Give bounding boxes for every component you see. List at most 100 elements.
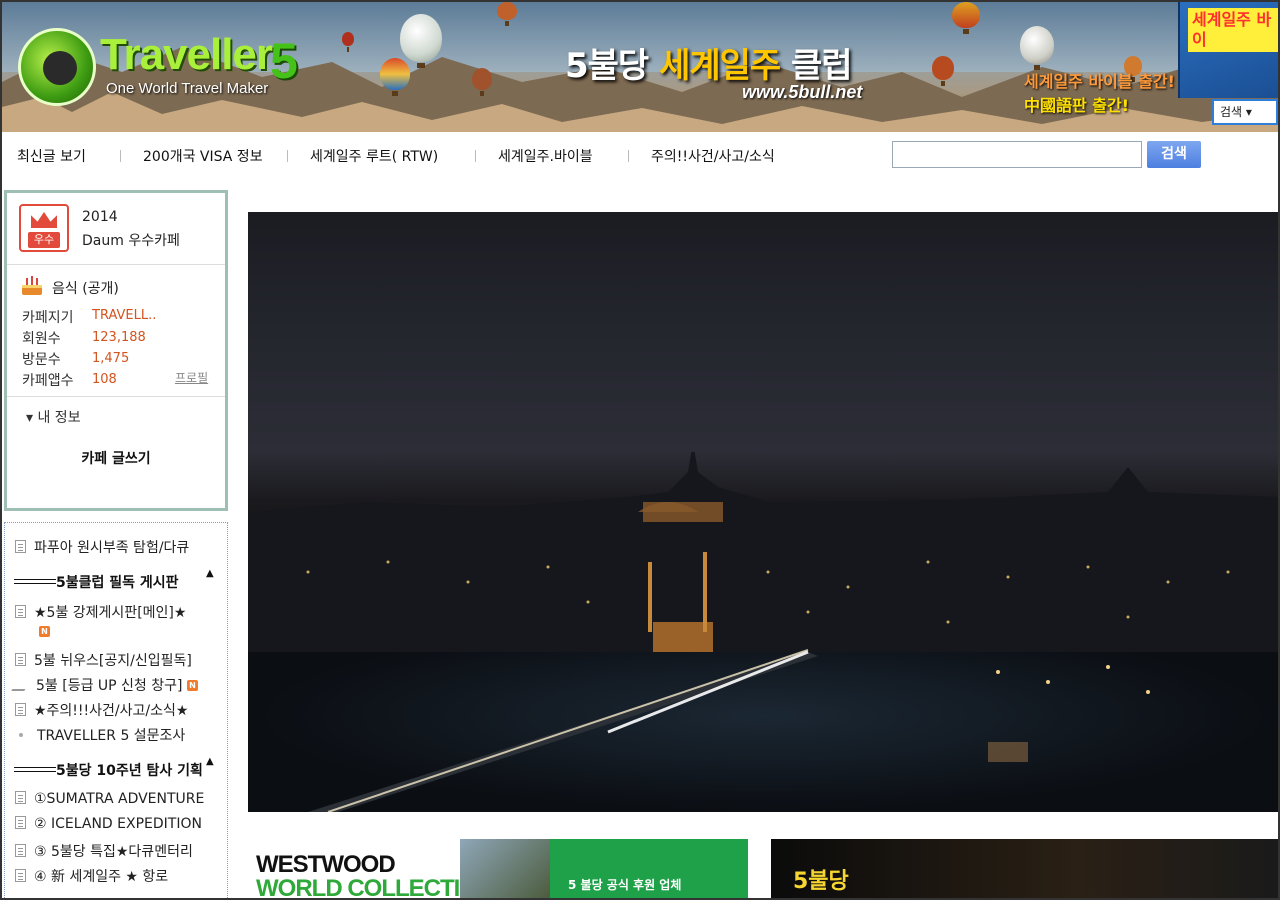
banner-title-suffix: 클럽 xyxy=(791,46,853,86)
menu-item-incidents[interactable]: ★주의!!!사건/사고/소식★ xyxy=(15,700,188,720)
cafe-category: 음식 (공개) xyxy=(52,281,119,297)
menu-item-label: ★주의!!!사건/사고/소식★ xyxy=(34,703,189,719)
menu-item-label: 5불 뉘우스[공지/신입필독] xyxy=(34,653,192,669)
menu-item-grade-up[interactable]: 5불 [등급 UP 신청 창구] N xyxy=(11,675,198,695)
stat-label-members: 회원수 xyxy=(22,331,61,347)
banner-title-accent: 세계일주 xyxy=(659,46,781,86)
westwood-ad[interactable]: WESTWOOD WORLD COLLECTION 5 불당 공식 후원 업체 xyxy=(248,839,748,900)
menu-item-new-route[interactable]: ④ 新 세계일주 ★ 항로 xyxy=(15,866,168,886)
menu-header-label: 5불클럽 필독 게시판 xyxy=(56,575,179,591)
banner-title-prefix: 5불당 xyxy=(565,46,649,86)
traveller5-logo[interactable]: Traveller 5 One World Travel Maker xyxy=(18,28,318,108)
balloon-icon xyxy=(932,56,954,86)
balloon-icon xyxy=(400,14,442,68)
balloon-icon xyxy=(1020,26,1054,70)
pencil-icon xyxy=(11,678,32,691)
stat-value-manager[interactable]: TRAVELL.. xyxy=(92,308,156,323)
board-icon xyxy=(15,844,26,857)
logo-tagline: One World Travel Maker xyxy=(106,80,269,97)
menu-item-sumatra[interactable]: ①SUMATRA ADVENTURE xyxy=(15,791,204,807)
banner-search-dropdown[interactable]: 검색 ▾ xyxy=(1212,99,1278,125)
menu-item-label: ④ 新 세계일주 ★ 항로 xyxy=(34,869,169,885)
stat-label-visits: 방문수 xyxy=(22,352,61,368)
header-banner[interactable]: Traveller 5 One World Travel Maker 5불당 세… xyxy=(2,2,1278,132)
board-icon xyxy=(15,605,26,618)
board-icon xyxy=(15,703,26,716)
page-frame: Traveller 5 One World Travel Maker 5불당 세… xyxy=(0,0,1280,900)
award-name: Daum 우수카페 xyxy=(82,233,180,249)
crown-icon xyxy=(31,212,57,228)
stat-value-visits: 1,475 xyxy=(92,351,130,366)
book-cover-image[interactable]: 세계일주 바이 xyxy=(1178,2,1278,98)
profile-link[interactable]: 프로필 xyxy=(175,369,208,386)
new-badge: N xyxy=(39,624,50,640)
write-post-button[interactable]: 카페 글쓰기 xyxy=(7,448,225,468)
menu-item-label: ③ 5불당 특집★다큐멘터리 xyxy=(34,844,193,860)
menu-header-anniversary[interactable]: 5불당 10주년 탐사 기획 ▲ xyxy=(14,756,214,780)
stat-label-manager: 카페지기 xyxy=(22,310,74,326)
cake-icon xyxy=(22,276,42,295)
menu-item-iceland[interactable]: ② ICELAND EXPEDITION xyxy=(15,816,202,832)
nav-separator xyxy=(287,150,288,162)
menu-header-must-read[interactable]: 5불클럽 필독 게시판 ▲ xyxy=(14,568,214,592)
board-icon xyxy=(15,816,26,829)
balloon-icon xyxy=(472,68,492,96)
ad-hikers-image xyxy=(460,839,550,898)
board-icon xyxy=(15,540,26,553)
menu-item-main-board[interactable]: ★5불 강제게시판[메인]★ xyxy=(15,602,186,622)
divider xyxy=(7,264,225,265)
divider xyxy=(7,396,225,397)
ad2-title: 5불당 xyxy=(793,869,849,894)
balloon-icon xyxy=(497,2,517,26)
logo-number: 5 xyxy=(270,33,298,89)
menu-item-label: ② ICELAND EXPEDITION xyxy=(34,816,202,832)
menu-item-documentary[interactable]: ③ 5불당 특집★다큐멘터리 xyxy=(15,841,193,861)
header-line-icon xyxy=(14,579,56,584)
menu-item-survey[interactable]: TRAVELLER 5 설문조사 xyxy=(15,725,185,745)
ad-westwood-right: 5 불당 공식 후원 업체 xyxy=(550,839,748,898)
ad-sponsor-text: 5 불당 공식 후원 업체 xyxy=(568,878,682,892)
nav-visa-info[interactable]: 200개국 VISA 정보 xyxy=(143,146,263,166)
collapse-up-icon[interactable]: ▲ xyxy=(206,756,214,767)
cafe-profile-box: 우수 2014 Daum 우수카페 음식 (공개) 카페지기 TRAVELL..… xyxy=(4,190,228,511)
search-input[interactable] xyxy=(892,141,1142,168)
nav-latest-posts[interactable]: 최신글 보기 xyxy=(17,146,86,166)
nav-rtw-route[interactable]: 세계일주 루트( RTW) xyxy=(310,146,438,166)
balloon-icon xyxy=(342,32,354,52)
stat-value-app: 108 xyxy=(92,372,117,387)
menu-item-label: ①SUMATRA ADVENTURE xyxy=(34,791,205,807)
header-line-icon xyxy=(14,767,56,772)
ad-westwood-left: WESTWOOD WORLD COLLECTION xyxy=(248,839,550,900)
new-icon: N xyxy=(186,680,198,691)
logo-swirl-icon xyxy=(18,28,96,106)
banner-promo[interactable]: 세계일주 바이블 출간! 中國語판 출간! xyxy=(1024,70,1194,118)
nav-separator xyxy=(120,150,121,162)
board-icon xyxy=(15,653,26,666)
bridge-image xyxy=(308,649,1150,812)
nav-news[interactable]: 주의!!사건/사고/소식 xyxy=(651,146,775,166)
menu-item-papua[interactable]: 파푸아 원시부족 탐험/다큐 xyxy=(15,537,189,557)
stat-label-app: 카페앱수 xyxy=(22,373,74,389)
documentary-ad[interactable]: 5불당 xyxy=(771,839,1278,898)
balloon-icon xyxy=(952,2,980,34)
menu-header-label: 5불당 10주년 탐사 기획 xyxy=(56,763,203,779)
my-info-toggle[interactable]: ▾ 내 정보 xyxy=(26,407,81,427)
ad-westwood-line2: WORLD COLLECTION xyxy=(256,875,494,900)
menu-item-label: TRAVELLER 5 설문조사 xyxy=(37,728,186,744)
board-icon xyxy=(15,869,26,882)
collapse-up-icon[interactable]: ▲ xyxy=(206,568,214,579)
promo-line-1: 세계일주 바이블 출간! xyxy=(1024,72,1175,91)
dot-icon xyxy=(19,733,23,737)
badge-label: 우수 xyxy=(28,232,60,248)
search-button[interactable]: 검색 xyxy=(1147,141,1201,168)
menu-item-label: 파푸아 원시부족 탐험/다큐 xyxy=(34,540,190,556)
menu-item-label: ★5불 강제게시판[메인]★ xyxy=(34,605,187,621)
book-title: 세계일주 바이 xyxy=(1188,8,1278,52)
new-icon: N xyxy=(39,626,50,637)
main-video-player[interactable] xyxy=(248,212,1278,812)
board-icon xyxy=(15,791,26,804)
balloon-icon xyxy=(380,58,410,96)
award-year: 2014 xyxy=(82,209,118,225)
menu-item-news[interactable]: 5불 뉘우스[공지/신입필독] xyxy=(15,650,192,670)
nav-bible[interactable]: 세계일주.바이블 xyxy=(498,146,593,166)
